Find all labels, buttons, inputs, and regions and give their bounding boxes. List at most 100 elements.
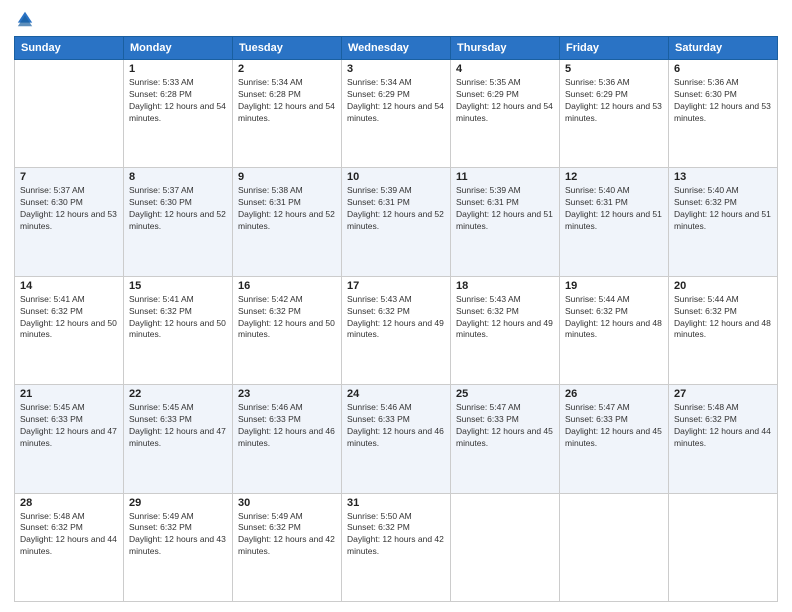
calendar-day-cell: 24Sunrise: 5:46 AMSunset: 6:33 PMDayligh… [342,385,451,493]
day-info: Sunrise: 5:47 AMSunset: 6:33 PMDaylight:… [456,402,554,450]
weekday-header-thursday: Thursday [451,37,560,60]
day-number: 4 [456,63,554,75]
calendar-day-cell: 9Sunrise: 5:38 AMSunset: 6:31 PMDaylight… [233,168,342,276]
calendar-day-cell: 7Sunrise: 5:37 AMSunset: 6:30 PMDaylight… [15,168,124,276]
day-info: Sunrise: 5:33 AMSunset: 6:28 PMDaylight:… [129,77,227,125]
day-info: Sunrise: 5:44 AMSunset: 6:32 PMDaylight:… [674,294,772,342]
weekday-header-saturday: Saturday [669,37,778,60]
day-info: Sunrise: 5:34 AMSunset: 6:29 PMDaylight:… [347,77,445,125]
weekday-header-row: SundayMondayTuesdayWednesdayThursdayFrid… [15,37,778,60]
calendar-day-cell: 1 Sunrise: 5:33 AMSunset: 6:28 PMDaylight… [124,60,233,168]
day-number: 1 [129,63,227,75]
calendar-day-cell: 18 Sunrise: 5:43 AMSunset: 6:32 PMDayligh… [451,276,560,384]
calendar-day-cell: 11 Sunrise: 5:39 AMSunset: 6:31 PMDayligh… [451,168,560,276]
day-info: Sunrise: 5:39 AMSunset: 6:31 PMDaylight:… [347,185,445,233]
day-info: Sunrise: 5:47 AMSunset: 6:33 PMDaylight:… [565,402,663,450]
weekday-header-sunday: Sunday [15,37,124,60]
day-number: 18 [456,280,554,292]
day-info: Sunrise: 5:48 AMSunset: 6:32 PMDaylight:… [20,511,118,559]
calendar-day-cell: 23 Sunrise: 5:46 AMSunset: 6:33 PMDayligh… [233,385,342,493]
day-info: Sunrise: 5:42 AMSunset: 6:32 PMDaylight:… [238,294,336,342]
empty-cell [669,493,778,601]
calendar-week-row: 1 Sunrise: 5:33 AMSunset: 6:28 PMDaylight… [15,60,778,168]
calendar-day-cell: 22 Sunrise: 5:45 AMSunset: 6:33 PMDayligh… [124,385,233,493]
calendar-day-cell: 20Sunrise: 5:44 AMSunset: 6:32 PMDayligh… [669,276,778,384]
day-number: 21 [20,388,118,400]
calendar-day-cell: 21 Sunrise: 5:45 AMSunset: 6:33 PMDayligh… [15,385,124,493]
day-number: 28 [20,497,118,509]
calendar-day-cell: 29 Sunrise: 5:49 AMSunset: 6:32 PMDayligh… [124,493,233,601]
day-info: Sunrise: 5:36 AMSunset: 6:29 PMDaylight:… [565,77,663,125]
calendar-day-cell: 25 Sunrise: 5:47 AMSunset: 6:33 PMDayligh… [451,385,560,493]
day-info: Sunrise: 5:41 AMSunset: 6:32 PMDaylight:… [20,294,118,342]
day-number: 7 [20,171,118,183]
day-info: Sunrise: 5:46 AMSunset: 6:33 PMDaylight:… [347,402,445,450]
calendar-day-cell: 8Sunrise: 5:37 AMSunset: 6:30 PMDaylight… [124,168,233,276]
day-info: Sunrise: 5:45 AMSunset: 6:33 PMDaylight:… [20,402,118,450]
header [14,10,778,28]
day-info: Sunrise: 5:34 AMSunset: 6:28 PMDaylight:… [238,77,336,125]
day-info: Sunrise: 5:49 AMSunset: 6:32 PMDaylight:… [238,511,336,559]
weekday-header-monday: Monday [124,37,233,60]
calendar-day-cell: 5 Sunrise: 5:36 AMSunset: 6:29 PMDaylight… [560,60,669,168]
day-info: Sunrise: 5:39 AMSunset: 6:31 PMDaylight:… [456,185,554,233]
empty-cell [560,493,669,601]
calendar-day-cell: 14 Sunrise: 5:41 AMSunset: 6:32 PMDayligh… [15,276,124,384]
day-number: 14 [20,280,118,292]
logo [14,14,34,28]
day-number: 13 [674,171,772,183]
calendar-day-cell: 28 Sunrise: 5:48 AMSunset: 6:32 PMDayligh… [15,493,124,601]
calendar-day-cell: 31 Sunrise: 5:50 AMSunset: 6:32 PMDayligh… [342,493,451,601]
calendar-day-cell: 10Sunrise: 5:39 AMSunset: 6:31 PMDayligh… [342,168,451,276]
page: SundayMondayTuesdayWednesdayThursdayFrid… [0,0,792,612]
day-info: Sunrise: 5:48 AMSunset: 6:32 PMDaylight:… [674,402,772,450]
day-info: Sunrise: 5:45 AMSunset: 6:33 PMDaylight:… [129,402,227,450]
calendar-day-cell: 12 Sunrise: 5:40 AMSunset: 6:31 PMDayligh… [560,168,669,276]
day-info: Sunrise: 5:40 AMSunset: 6:31 PMDaylight:… [565,185,663,233]
day-info: Sunrise: 5:36 AMSunset: 6:30 PMDaylight:… [674,77,772,125]
day-number: 27 [674,388,772,400]
day-number: 19 [565,280,663,292]
day-number: 26 [565,388,663,400]
calendar-table: SundayMondayTuesdayWednesdayThursdayFrid… [14,36,778,602]
calendar-week-row: 7Sunrise: 5:37 AMSunset: 6:30 PMDaylight… [15,168,778,276]
day-info: Sunrise: 5:40 AMSunset: 6:32 PMDaylight:… [674,185,772,233]
day-number: 5 [565,63,663,75]
weekday-header-tuesday: Tuesday [233,37,342,60]
day-info: Sunrise: 5:41 AMSunset: 6:32 PMDaylight:… [129,294,227,342]
calendar-day-cell: 15 Sunrise: 5:41 AMSunset: 6:32 PMDayligh… [124,276,233,384]
day-number: 11 [456,171,554,183]
day-number: 29 [129,497,227,509]
day-number: 22 [129,388,227,400]
logo-icon [16,10,34,28]
day-number: 31 [347,497,445,509]
calendar-day-cell: 13 Sunrise: 5:40 AMSunset: 6:32 PMDayligh… [669,168,778,276]
day-number: 2 [238,63,336,75]
calendar-day-cell: 26 Sunrise: 5:47 AMSunset: 6:33 PMDayligh… [560,385,669,493]
calendar-day-cell: 4 Sunrise: 5:35 AMSunset: 6:29 PMDaylight… [451,60,560,168]
calendar-week-row: 21 Sunrise: 5:45 AMSunset: 6:33 PMDayligh… [15,385,778,493]
empty-cell [451,493,560,601]
calendar-day-cell: 3Sunrise: 5:34 AMSunset: 6:29 PMDaylight… [342,60,451,168]
calendar-day-cell: 30Sunrise: 5:49 AMSunset: 6:32 PMDayligh… [233,493,342,601]
day-number: 15 [129,280,227,292]
calendar-day-cell: 2 Sunrise: 5:34 AMSunset: 6:28 PMDaylight… [233,60,342,168]
day-number: 9 [238,171,336,183]
day-info: Sunrise: 5:43 AMSunset: 6:32 PMDaylight:… [456,294,554,342]
empty-cell [15,60,124,168]
day-number: 16 [238,280,336,292]
day-number: 17 [347,280,445,292]
calendar-day-cell: 27 Sunrise: 5:48 AMSunset: 6:32 PMDayligh… [669,385,778,493]
day-number: 25 [456,388,554,400]
calendar-week-row: 14 Sunrise: 5:41 AMSunset: 6:32 PMDayligh… [15,276,778,384]
day-info: Sunrise: 5:35 AMSunset: 6:29 PMDaylight:… [456,77,554,125]
calendar-day-cell: 6Sunrise: 5:36 AMSunset: 6:30 PMDaylight… [669,60,778,168]
day-info: Sunrise: 5:44 AMSunset: 6:32 PMDaylight:… [565,294,663,342]
day-info: Sunrise: 5:50 AMSunset: 6:32 PMDaylight:… [347,511,445,559]
weekday-header-friday: Friday [560,37,669,60]
calendar-week-row: 28 Sunrise: 5:48 AMSunset: 6:32 PMDayligh… [15,493,778,601]
day-number: 12 [565,171,663,183]
day-number: 23 [238,388,336,400]
day-info: Sunrise: 5:46 AMSunset: 6:33 PMDaylight:… [238,402,336,450]
day-info: Sunrise: 5:49 AMSunset: 6:32 PMDaylight:… [129,511,227,559]
